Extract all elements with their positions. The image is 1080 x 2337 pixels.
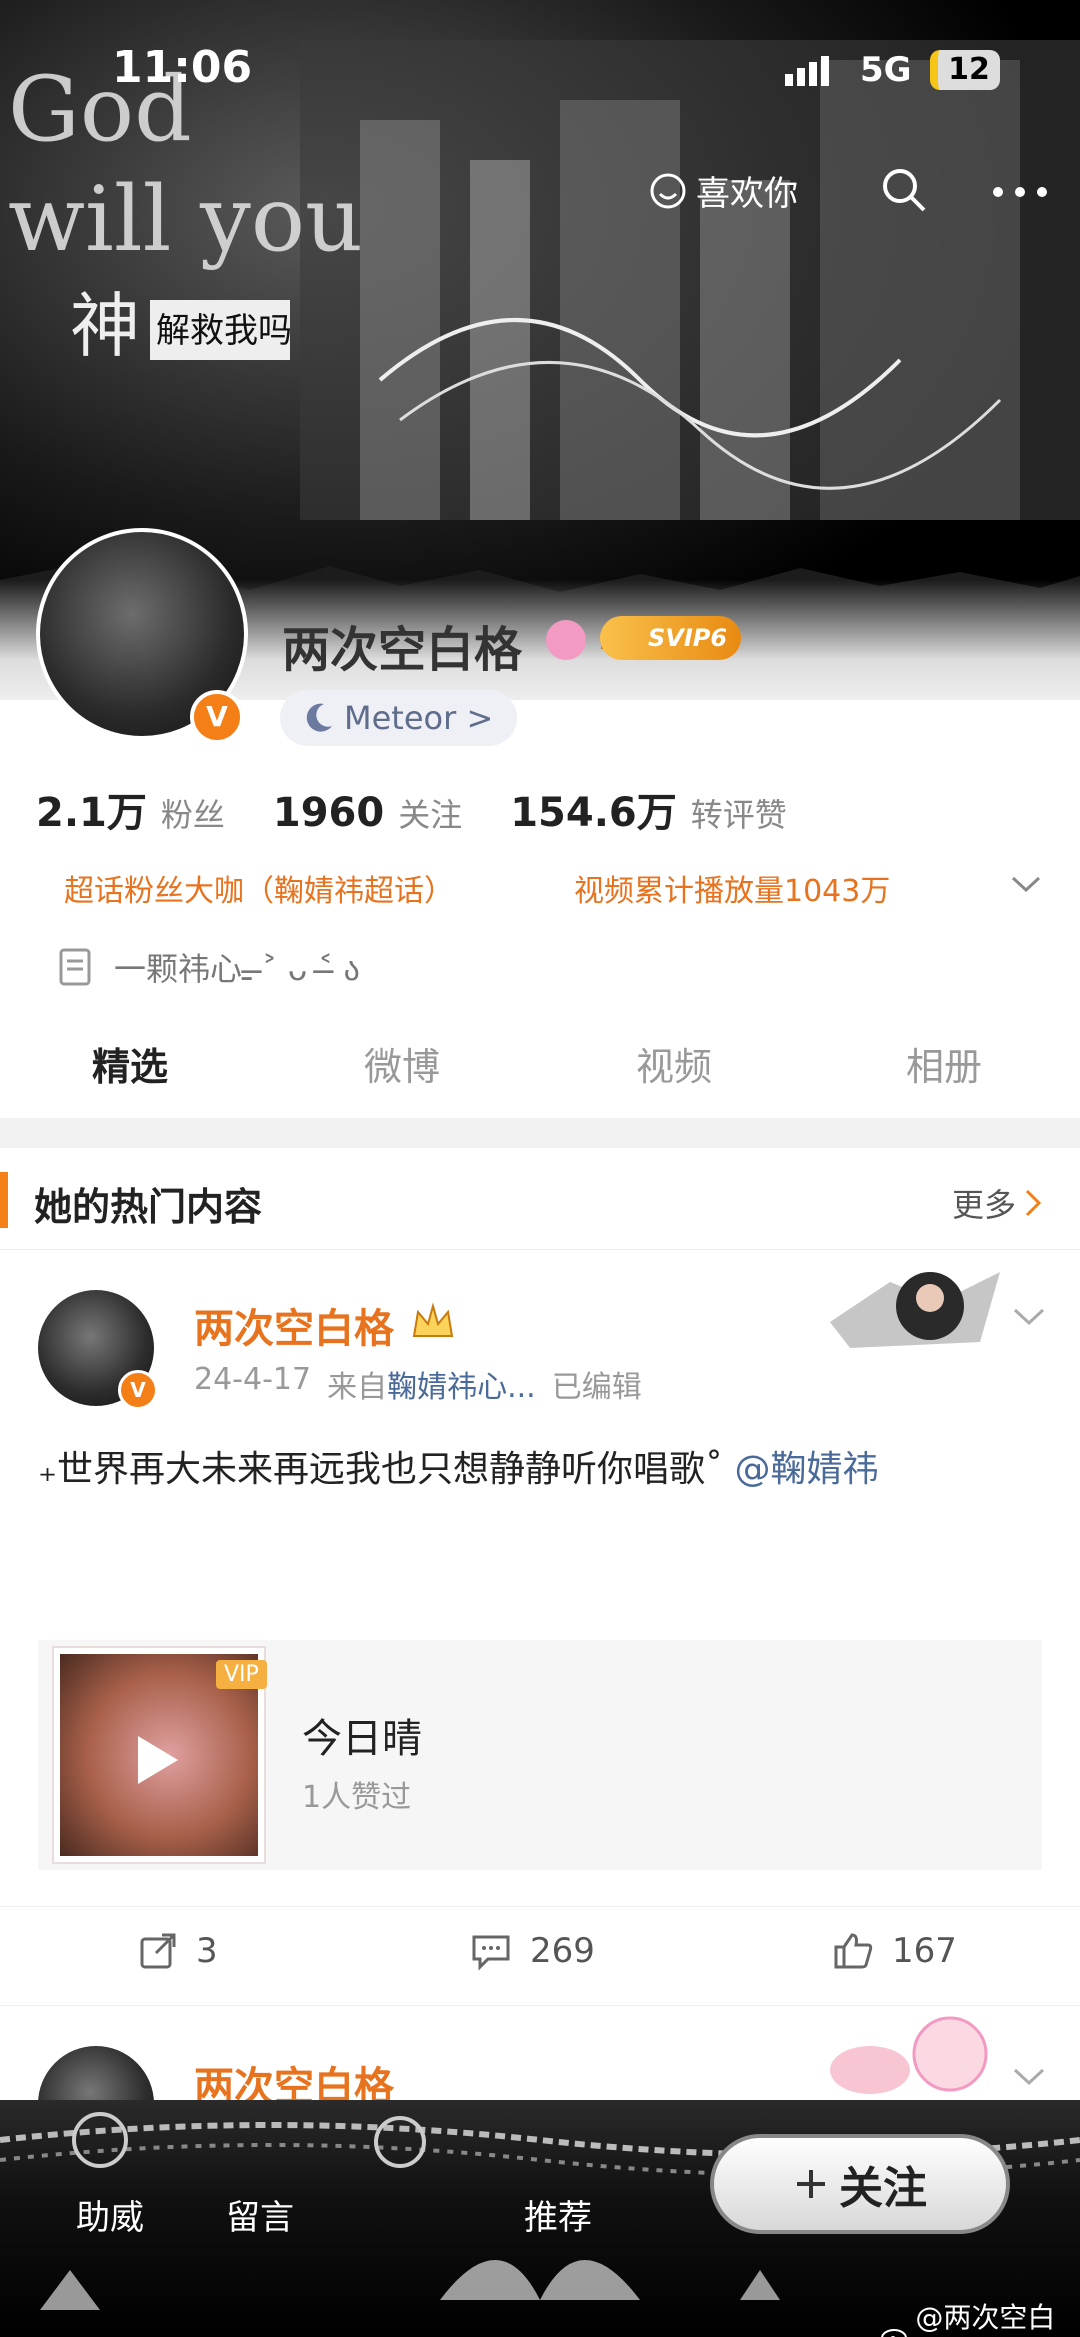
stat-label: 关注 bbox=[398, 796, 463, 834]
profile-tabs: 精选 微博 视频 相册 bbox=[0, 1026, 1080, 1116]
stat-label: 转评赞 bbox=[690, 796, 787, 834]
post-author[interactable]: 两次空白格 bbox=[194, 1296, 394, 1354]
stat-value: 2.1万 bbox=[36, 790, 147, 836]
more-button[interactable]: 更多 bbox=[952, 1180, 1042, 1226]
source-prefix: 来自 bbox=[327, 1370, 388, 1405]
chevron-right-icon bbox=[1025, 1189, 1042, 1217]
music-title: 今日晴 bbox=[302, 1716, 422, 1762]
bio-text: 一颗祎心ـ ˃̶ ᴗ ˂̶ ა bbox=[114, 950, 360, 988]
section-accent bbox=[0, 1172, 8, 1228]
stat-value: 154.6万 bbox=[510, 790, 677, 836]
svip-badge[interactable]: SVIP6 bbox=[600, 616, 742, 660]
document-icon bbox=[59, 948, 91, 986]
chevron-down-icon[interactable] bbox=[1010, 874, 1042, 894]
moon-icon bbox=[306, 703, 332, 732]
verified-badge: V bbox=[190, 690, 244, 744]
like-count: 167 bbox=[892, 1931, 957, 1971]
like-you-button[interactable]: 喜欢你 bbox=[648, 166, 798, 215]
banner-text-shen: 神 bbox=[70, 285, 140, 367]
like-you-label: 喜欢你 bbox=[696, 174, 798, 214]
chevron-down-icon[interactable] bbox=[1012, 2066, 1046, 2088]
music-card[interactable]: VIP 今日晴 1人赞过 bbox=[38, 1640, 1042, 1870]
cheer-button[interactable]: 助威 bbox=[76, 2190, 144, 2239]
search-icon[interactable] bbox=[880, 166, 930, 216]
hot-content-title: 她的热门内容 bbox=[34, 1185, 263, 1229]
comment-button[interactable]: 269 bbox=[470, 1931, 595, 1971]
profile-stats: 2.1万 粉丝 1960 关注 154.6万 转评赞 bbox=[36, 780, 787, 838]
comment-icon bbox=[472, 1935, 510, 1971]
watermark: @两次空白格 bbox=[880, 2296, 1080, 2337]
section-divider bbox=[0, 1118, 1080, 1148]
gender-female-icon bbox=[546, 620, 586, 660]
repost-count: 3 bbox=[196, 1931, 218, 1971]
follow-button[interactable]: 关注 bbox=[710, 2134, 1010, 2234]
tab-weibo[interactable]: 微博 bbox=[364, 1036, 440, 1091]
tab-featured[interactable]: 精选 bbox=[92, 1036, 168, 1091]
banner-text-will-you: will you bbox=[8, 167, 363, 272]
post-body: ₊世界再大未来再远我也只想静静听你唱歌˚ bbox=[38, 1449, 735, 1490]
hot-content-header: 她的热门内容 更多 bbox=[0, 1150, 1080, 1250]
stat-label: 粉丝 bbox=[160, 796, 225, 834]
tag-super-topic[interactable]: 超话粉丝大咖（鞠婧祎超话） bbox=[64, 866, 454, 910]
follow-label: 关注 bbox=[839, 2163, 927, 2214]
source-name: 鞠婧祎心... bbox=[387, 1370, 536, 1405]
comment-count: 269 bbox=[530, 1931, 595, 1971]
more-icon[interactable] bbox=[990, 182, 1050, 202]
tab-album[interactable]: 相册 bbox=[906, 1036, 982, 1091]
avatar-pendant bbox=[830, 1272, 1000, 1348]
plus-icon bbox=[797, 2170, 825, 2198]
profile-bio: 一颗祎心ـ ˃̶ ᴗ ˂̶ ა bbox=[58, 944, 360, 990]
tab-video[interactable]: 视频 bbox=[636, 1036, 712, 1091]
status-time: 11:06 bbox=[112, 42, 253, 93]
vip-badge: VIP bbox=[216, 1660, 267, 1689]
signal-icon bbox=[785, 56, 829, 86]
stat-following[interactable]: 1960 关注 bbox=[273, 790, 462, 836]
post-edited: 已编辑 bbox=[551, 1370, 642, 1405]
crown-icon bbox=[412, 1302, 454, 1337]
recommend-button[interactable]: 推荐 bbox=[524, 2190, 592, 2239]
smile-icon bbox=[650, 173, 686, 208]
battery-level: 12 bbox=[930, 50, 1000, 90]
post-actions: 3 269 167 bbox=[0, 1906, 1080, 2006]
like-button[interactable]: 167 bbox=[832, 1931, 957, 1971]
play-icon[interactable] bbox=[130, 1730, 184, 1790]
more-label: 更多 bbox=[952, 1186, 1017, 1224]
music-subtitle: 1人赞过 bbox=[302, 1780, 412, 1815]
message-button[interactable]: 留言 bbox=[226, 2190, 294, 2239]
banner-text-rescue: 解救我吗 bbox=[156, 311, 292, 351]
post-mention[interactable]: @鞠婧祎 bbox=[734, 1449, 878, 1490]
stat-interactions[interactable]: 154.6万 转评赞 bbox=[510, 780, 787, 838]
watermark-text: @两次空白格 bbox=[915, 2301, 1056, 2334]
stat-followers[interactable]: 2.1万 粉丝 bbox=[36, 780, 225, 838]
post-text: ₊世界再大未来再远我也只想静静听你唱歌˚ @鞠婧祎 bbox=[38, 1440, 878, 1492]
post-source[interactable]: 来自鞠婧祎心... bbox=[327, 1362, 536, 1406]
dessert-pendant bbox=[830, 2016, 988, 2094]
profile-name: 两次空白格 bbox=[282, 622, 523, 678]
tag-video-plays[interactable]: 视频累计播放量1043万 bbox=[574, 866, 890, 910]
stat-value: 1960 bbox=[272, 790, 385, 836]
like-icon bbox=[834, 1933, 873, 1969]
weibo-logo-icon bbox=[881, 2329, 907, 2337]
post-date: 24-4-17 bbox=[194, 1362, 312, 1397]
network-type: 5G bbox=[860, 50, 912, 90]
verified-badge: V bbox=[118, 1370, 158, 1410]
chevron-down-icon[interactable] bbox=[1012, 1306, 1046, 1328]
post-meta: 24-4-17 来自鞠婧祎心... 已编辑 bbox=[194, 1362, 642, 1406]
repost-button[interactable]: 3 bbox=[138, 1931, 218, 1971]
repost-icon bbox=[140, 1933, 176, 1969]
